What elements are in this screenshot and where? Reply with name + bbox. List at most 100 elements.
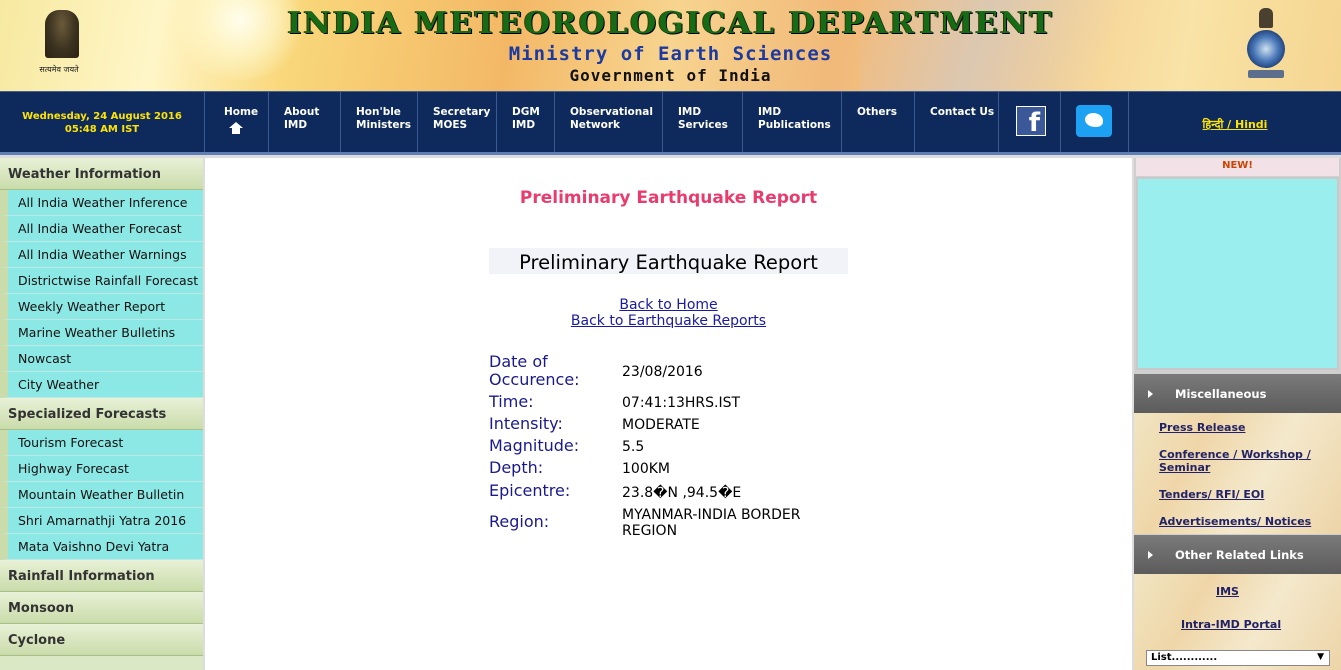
region-value: MYANMAR-INDIA BORDER REGION — [622, 507, 800, 539]
nav-label-line2: MOES — [433, 119, 468, 131]
press-release-link[interactable]: Press Release — [1159, 421, 1245, 434]
ims-link[interactable]: IMS — [1216, 585, 1239, 598]
nav-observational-network[interactable]: Observational Network — [555, 92, 663, 152]
twitter-bird-glyph — [1085, 113, 1103, 127]
intensity-value: MODERATE — [622, 417, 700, 433]
time-value: 07:41:13HRS.IST — [622, 395, 741, 411]
tenders-link[interactable]: Tenders/ RFI/ EOI — [1159, 488, 1264, 501]
nav-label-line1: Observational — [570, 106, 653, 118]
imd-logo-crest — [1259, 8, 1273, 28]
left-sidebar: Weather Information All India Weather In… — [0, 158, 203, 670]
nav-home[interactable]: Home — [209, 92, 269, 152]
depth-value: 100KM — [622, 461, 670, 477]
nav-label-line2: Network — [570, 119, 621, 131]
sidebar-item-marine-bulletins[interactable]: Marine Weather Bulletins — [0, 320, 203, 346]
facebook-icon[interactable]: f — [1016, 106, 1046, 138]
sidebar-item-nowcast[interactable]: Nowcast — [0, 346, 203, 372]
nav-home-label: Home — [224, 106, 259, 118]
depth-label: Depth: — [489, 458, 544, 477]
sidebar-item-tourism[interactable]: Tourism Forecast — [0, 430, 203, 456]
date-label-line2: Occurence: — [489, 370, 580, 389]
magnitude-value: 5.5 — [622, 439, 645, 455]
nav-datetime: Wednesday, 24 August 2016 05:48 AM IST — [0, 92, 205, 152]
sidebar-item-vaishno-devi[interactable]: Mata Vaishno Devi Yatra — [0, 534, 203, 560]
nav-label-line1: Secretary — [433, 106, 491, 118]
date-label: Date of Occurence: — [489, 353, 580, 389]
current-date: Wednesday, 24 August 2016 — [22, 111, 182, 122]
intensity-label: Intensity: — [489, 414, 563, 433]
nav-label-line1: Others — [857, 106, 897, 118]
section-rainfall-information[interactable]: Rainfall Information — [0, 560, 203, 592]
home-icon — [229, 122, 243, 134]
current-time: 05:48 AM IST — [64, 124, 140, 135]
back-to-reports-label: Back to Earthquake Reports — [570, 313, 767, 329]
nav-label-line2: IMD — [512, 119, 536, 131]
nav-contact-us[interactable]: Contact Us — [915, 92, 999, 152]
conference-link[interactable]: Conference / Workshop / Seminar — [1159, 448, 1311, 474]
date-label-line1: Date of — [489, 352, 548, 371]
sidebar-item-weather-forecast[interactable]: All India Weather Forecast — [0, 216, 203, 242]
new-badge: NEW! — [1136, 158, 1339, 176]
misc-links-panel: Press Release Conference / Workshop / Se… — [1134, 413, 1341, 534]
nav-imd-services[interactable]: IMD Services — [663, 92, 743, 152]
nav-label-line1: IMD — [678, 106, 702, 118]
facebook-glyph: f — [1028, 108, 1040, 138]
nav-label-line2: Publications — [758, 119, 831, 131]
sidebar-item-weather-inference[interactable]: All India Weather Inference — [0, 190, 203, 216]
whats-new-panel — [1136, 177, 1339, 370]
twitter-icon[interactable] — [1076, 105, 1112, 137]
nav-label-line2: IMD — [284, 119, 308, 131]
chevron-down-icon: ▼ — [1317, 652, 1324, 662]
sidebar-item-city-weather[interactable]: City Weather — [0, 372, 203, 398]
hindi-language-link[interactable]: हिन्दी / Hindi — [1128, 92, 1341, 152]
sidebar-item-amarnathji[interactable]: Shri Amarnathji Yatra 2016 — [0, 508, 203, 534]
misc-header[interactable]: Miscellaneous — [1134, 374, 1341, 413]
epicentre-value: 23.8�N ,94.5�E — [622, 485, 742, 501]
section-monsoon[interactable]: Monsoon — [0, 592, 203, 624]
nav-ministers[interactable]: Hon'ble Ministers — [341, 92, 418, 152]
other-links-header[interactable]: Other Related Links — [1134, 535, 1341, 574]
nav-dgm-imd[interactable]: DGM IMD — [497, 92, 555, 152]
nav-label-line2: Services — [678, 119, 728, 131]
region-value-line1: MYANMAR-INDIA BORDER — [622, 507, 801, 523]
nav-label-line1: Contact Us — [930, 106, 995, 118]
chevron-right-icon — [1148, 390, 1153, 398]
nav-label-line2: Ministers — [356, 119, 411, 131]
nav-about-imd[interactable]: About IMD — [269, 92, 341, 152]
org-title: INDIA METEOROLOGICAL DEPARTMENT — [287, 6, 1054, 41]
misc-header-label: Miscellaneous — [1175, 387, 1267, 401]
nav-imd-publications[interactable]: IMD Publications — [743, 92, 842, 152]
main-navigation: Wednesday, 24 August 2016 05:48 AM IST H… — [0, 91, 1341, 155]
region-value-line2: REGION — [622, 523, 678, 539]
nav-label-line1: IMD — [758, 106, 782, 118]
select-value: List............ — [1151, 652, 1218, 663]
nav-divider — [1060, 92, 1061, 152]
back-to-reports-link[interactable]: Back to Earthquake Reports — [205, 313, 1132, 329]
government-name: Government of India — [569, 66, 772, 85]
ministry-name: Ministry of Earth Sciences — [508, 43, 833, 65]
main-content: Preliminary Earthquake Report Preliminar… — [205, 158, 1132, 670]
sidebar-item-highway[interactable]: Highway Forecast — [0, 456, 203, 482]
date-value: 23/08/2016 — [622, 364, 703, 380]
intra-imd-portal-link[interactable]: Intra-IMD Portal — [1181, 618, 1281, 631]
region-label: Region: — [489, 512, 550, 531]
conference-link-line2: Seminar — [1159, 461, 1211, 474]
back-to-home-label: Back to Home — [619, 297, 718, 313]
section-specialized-forecasts[interactable]: Specialized Forecasts — [0, 398, 203, 430]
sidebar-item-mountain[interactable]: Mountain Weather Bulletin — [0, 482, 203, 508]
section-weather-information[interactable]: Weather Information — [0, 158, 203, 190]
imd-logo-icon — [1244, 8, 1288, 80]
nav-label-line1: About — [284, 106, 320, 118]
page-title: Preliminary Earthquake Report — [519, 188, 818, 208]
nav-others[interactable]: Others — [842, 92, 915, 152]
related-links-select[interactable]: List............ ▼ — [1146, 650, 1330, 666]
nav-secretary-moes[interactable]: Secretary MOES — [418, 92, 497, 152]
conference-link-line1: Conference / Workshop / — [1159, 448, 1311, 461]
sidebar-item-weather-warnings[interactable]: All India Weather Warnings — [0, 242, 203, 268]
back-to-home-link[interactable]: Back to Home — [205, 297, 1132, 313]
section-cyclone[interactable]: Cyclone — [0, 624, 203, 656]
nav-label-line1: DGM — [512, 106, 540, 118]
sidebar-item-districtwise-rainfall[interactable]: Districtwise Rainfall Forecast — [0, 268, 203, 294]
sidebar-item-weekly-report[interactable]: Weekly Weather Report — [0, 294, 203, 320]
advertisements-link[interactable]: Advertisements/ Notices — [1159, 515, 1311, 528]
